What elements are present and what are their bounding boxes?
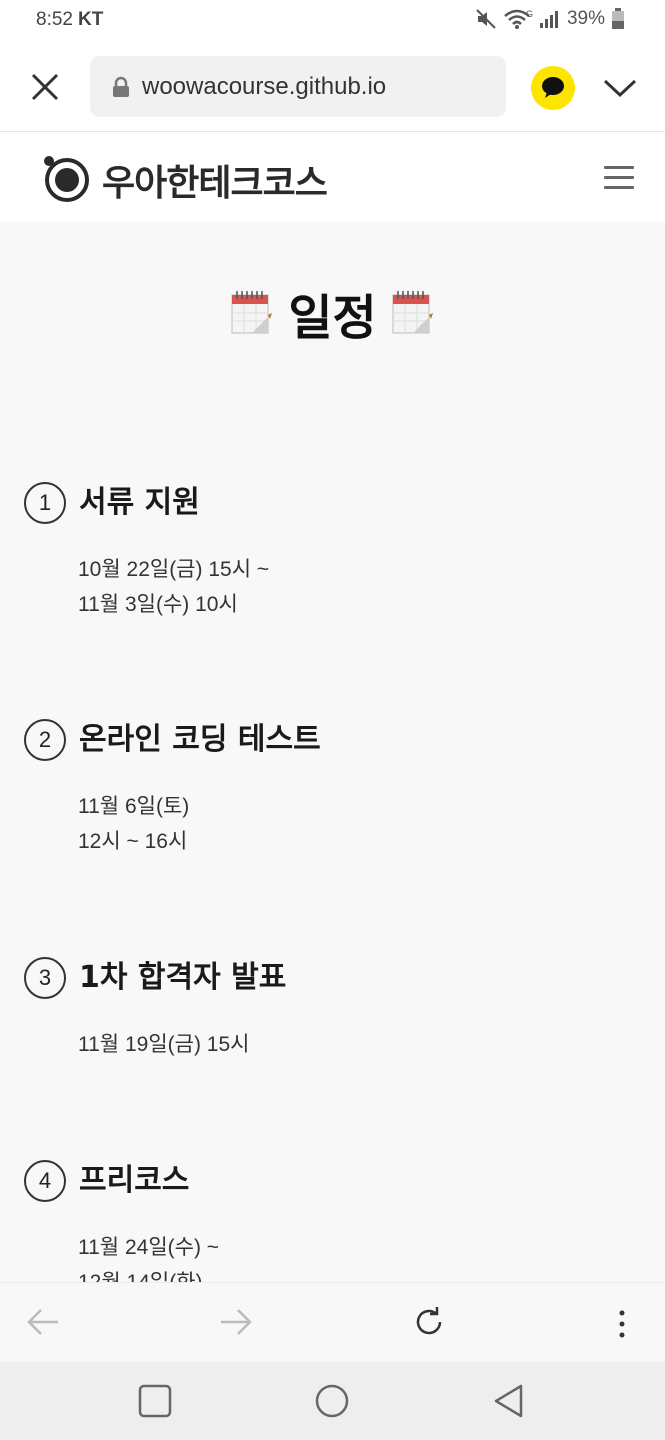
kakao-talk-icon [542, 77, 564, 98]
step-title: 프리코스 [79, 1163, 190, 1198]
step-date-line: 11월 19일(금) 15시 [78, 1033, 250, 1056]
more-vertical-icon[interactable] [614, 1309, 630, 1339]
back-triangle-icon[interactable] [492, 1383, 526, 1419]
step-number-badge: 2 [24, 719, 66, 761]
mute-icon [476, 9, 496, 29]
browser-nav-bar [0, 1282, 665, 1362]
page-title-text: 일정 [288, 290, 377, 346]
chevron-down-icon[interactable] [602, 74, 638, 102]
step-dates: 11월 19일(금) 15시 [78, 1027, 249, 1062]
url-text: woowacourse.github.io [142, 72, 387, 100]
browser-toolbar: woowacourse.github.io [0, 44, 665, 132]
reload-icon[interactable] [412, 1305, 446, 1339]
step-title: 온라인 코딩 테스트 [79, 722, 321, 757]
battery-percent: 39% [566, 8, 605, 29]
main-content: 일정 1 서류 지원 10월 22일(금) 15시 ~ 11월 3일(수) 10… [0, 222, 665, 1282]
step-title: 1차 합격자 발표 [79, 960, 287, 995]
spiral-calendar-icon [392, 291, 433, 334]
step-number-badge: 1 [24, 482, 66, 524]
recents-square-icon[interactable] [138, 1384, 172, 1418]
step-number-badge: 4 [24, 1160, 66, 1202]
status-carrier: KT [77, 9, 104, 30]
step-title: 서류 지원 [79, 485, 200, 520]
woowacourse-logo-icon[interactable] [40, 152, 92, 204]
wifi-icon: G [504, 9, 533, 29]
close-icon[interactable] [28, 70, 62, 104]
page-title: 일정 [0, 278, 665, 348]
step-dates: 11월 24일(수) ~ 12월 14일(화) [78, 1230, 219, 1282]
status-icons: G 39% [475, 8, 625, 30]
home-circle-icon[interactable] [314, 1383, 350, 1419]
forward-arrow-icon[interactable] [219, 1307, 253, 1337]
android-nav-bar [0, 1362, 665, 1440]
back-arrow-icon[interactable] [26, 1307, 60, 1337]
kakao-talk-button[interactable] [531, 66, 575, 110]
site-header: 우아한테크코스 [0, 132, 665, 222]
status-time-value: 8:52 [36, 9, 73, 30]
spiral-calendar-icon [231, 291, 273, 334]
step-date-line: 11월 24일(수) ~ [78, 1236, 220, 1259]
battery-icon [612, 8, 624, 29]
status-bar: 8:52 KT G 39% [0, 0, 665, 44]
url-bar[interactable]: woowacourse.github.io [90, 56, 506, 117]
step-date-line: 11월 6일(토) [78, 795, 190, 818]
step-date-line: 12시 ~ 16시 [78, 830, 188, 853]
status-time: 8:52 KT [36, 9, 103, 31]
step-dates: 11월 6일(토) 12시 ~ 16시 [78, 789, 189, 859]
step-date-line: 11월 3일(수) 10시 [78, 593, 238, 616]
step-dates: 10월 22일(금) 15시 ~ 11월 3일(수) 10시 [78, 552, 269, 622]
lock-icon [113, 76, 129, 97]
logo-text[interactable]: 우아한테크코스 [102, 154, 328, 206]
step-number-badge: 3 [24, 957, 66, 999]
signal-icon [539, 11, 558, 28]
hamburger-icon[interactable] [604, 166, 636, 190]
step-date-line: 12월 14일(화) [78, 1265, 219, 1282]
step-date-line: 10월 22일(금) 15시 ~ [78, 558, 270, 581]
svg-text:G: G [526, 9, 533, 19]
